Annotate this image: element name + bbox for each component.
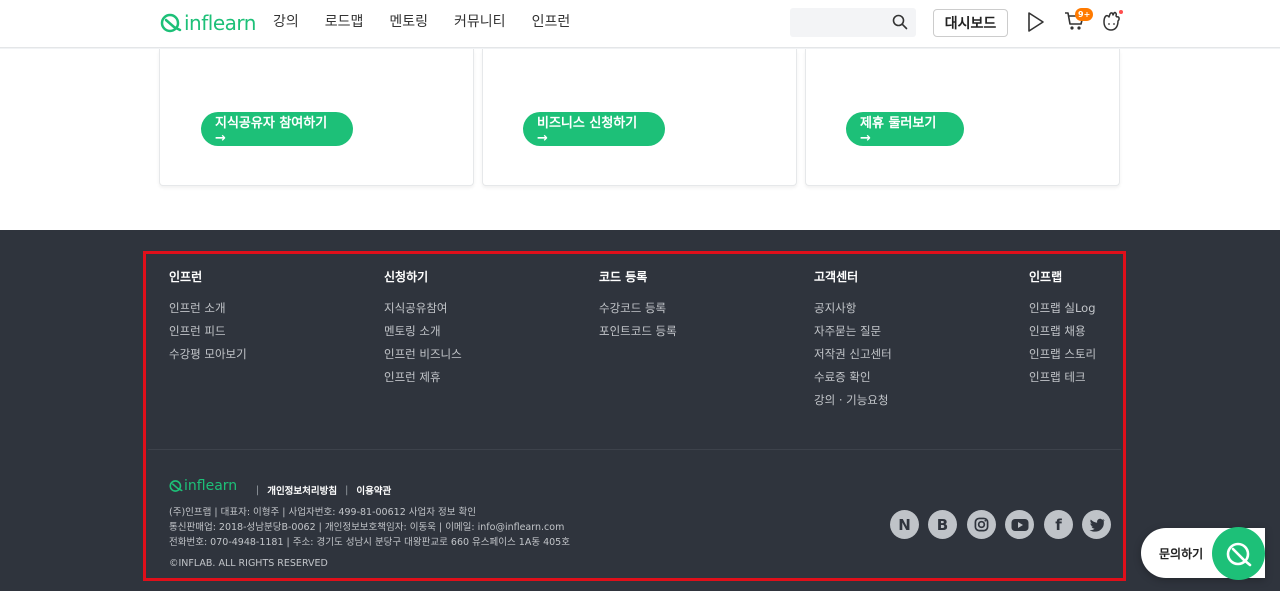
business-card: 비즈니스 신청하기 → xyxy=(482,49,797,186)
business-apply-button[interactable]: 비즈니스 신청하기 → xyxy=(523,112,665,146)
notification-dot xyxy=(1119,10,1123,14)
search-icon[interactable] xyxy=(892,14,908,30)
chat-icon[interactable] xyxy=(1212,527,1265,580)
cart-count-badge: 9+ xyxy=(1075,8,1094,21)
nav-item-community[interactable]: 커뮤니티 xyxy=(454,14,506,30)
cta-cards-section: 지식공유자 참여하기 → 비즈니스 신청하기 → 제휴 둘러보기 → xyxy=(0,49,1280,230)
partnership-browse-button[interactable]: 제휴 둘러보기 → xyxy=(846,112,964,146)
search-input[interactable] xyxy=(790,8,916,37)
play-icon[interactable] xyxy=(1026,11,1046,33)
instructor-card: 지식공유자 참여하기 → xyxy=(159,49,474,186)
nav-item-courses[interactable]: 강의 xyxy=(273,14,299,30)
partnership-card: 제휴 둘러보기 → xyxy=(805,49,1120,186)
nav-item-inflearn[interactable]: 인프런 xyxy=(532,14,571,30)
nav-item-mentoring[interactable]: 멘토링 xyxy=(389,14,428,30)
highlight-frame xyxy=(143,251,1126,581)
inflearn-logo[interactable]: inflearn xyxy=(160,10,256,36)
logo-text: inflearn xyxy=(184,11,256,35)
nav-item-roadmap[interactable]: 로드맵 xyxy=(325,14,364,30)
join-instructor-button[interactable]: 지식공유자 참여하기 → xyxy=(201,112,353,146)
dashboard-button[interactable]: 대시보드 xyxy=(933,9,1008,37)
logo-mark-icon xyxy=(160,13,182,33)
main-nav: 강의 로드맵 멘토링 커뮤니티 인프런 xyxy=(273,14,596,30)
top-navbar: inflearn 강의 로드맵 멘토링 커뮤니티 인프런 대시보드 9+ xyxy=(0,0,1280,48)
inquiry-label: 문의하기 xyxy=(1159,547,1204,561)
chat-leaf-icon xyxy=(1226,542,1251,566)
